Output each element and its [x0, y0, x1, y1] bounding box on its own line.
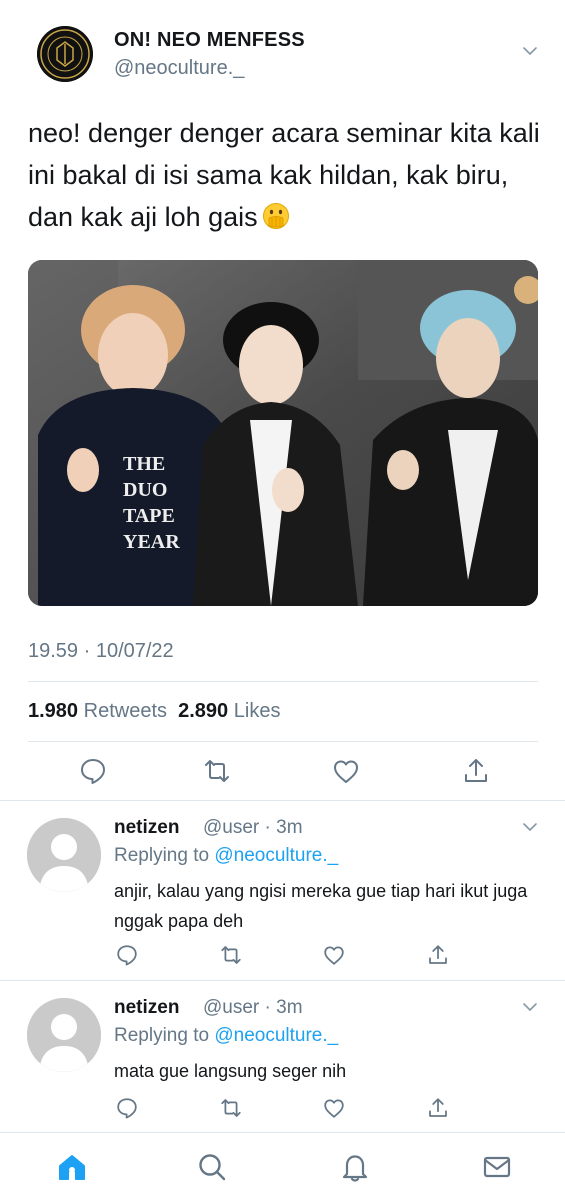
reply-author-name[interactable]: netizen — [114, 817, 179, 839]
like-icon — [334, 760, 358, 783]
retweet-icon — [221, 1099, 241, 1117]
replying-to-mention[interactable]: @neoculture._ — [214, 1025, 338, 1046]
photo-image: THE DUO TAPE YEAR — [28, 260, 538, 606]
replying-to: Replying to @neoculture._ — [114, 845, 338, 867]
replying-to: Replying to @neoculture._ — [114, 1025, 338, 1047]
svg-text:DUO: DUO — [123, 479, 167, 501]
reply-button[interactable] — [78, 756, 108, 786]
like-button[interactable] — [322, 1096, 346, 1120]
user-handle[interactable]: @neoculture._ — [114, 57, 244, 80]
tweet-header: ON! NEO MENFESS @neoculture._ — [28, 20, 543, 90]
nav-search[interactable] — [196, 1151, 228, 1183]
avatar[interactable] — [27, 818, 101, 892]
replying-to-label: Replying to — [114, 1025, 210, 1046]
nav-messages[interactable] — [481, 1151, 513, 1183]
reply-icon — [117, 945, 137, 966]
retweet-button[interactable] — [202, 756, 232, 786]
svg-text:YEAR: YEAR — [123, 531, 180, 553]
reply-author-name[interactable]: netizen — [114, 997, 179, 1019]
like-button[interactable] — [322, 943, 346, 967]
like-icon — [324, 1099, 344, 1118]
divider — [28, 681, 538, 682]
reply-tweet[interactable]: netizen @user · 3m Replying to @neocultu… — [0, 800, 565, 980]
retweet-button[interactable] — [219, 1096, 243, 1120]
retweet-icon — [205, 760, 229, 782]
likes-label[interactable]: Likes — [234, 700, 281, 722]
nav-home[interactable] — [56, 1151, 88, 1183]
home-icon — [59, 1155, 85, 1180]
reply-tweet[interactable]: netizen @user · 3m Replying to @neocultu… — [0, 980, 565, 1132]
retweets-count[interactable]: 1.980 — [28, 700, 78, 722]
face-with-hand-over-mouth-icon — [262, 203, 289, 229]
share-button[interactable] — [426, 1096, 450, 1120]
reply-icon — [117, 1098, 137, 1119]
display-name[interactable]: ON! NEO MENFESS — [114, 29, 305, 52]
messages-icon — [483, 1156, 511, 1178]
nav-notifications[interactable] — [339, 1151, 371, 1183]
tweet-media[interactable]: THE DUO TAPE YEAR — [28, 260, 538, 606]
divider — [28, 741, 538, 742]
reply-meta: @user · 3m — [203, 817, 303, 838]
share-button[interactable] — [426, 943, 450, 967]
replying-to-mention[interactable]: @neoculture._ — [214, 845, 338, 866]
like-icon — [324, 946, 344, 965]
search-icon — [199, 1154, 226, 1181]
svg-text:TAPE: TAPE — [123, 505, 175, 527]
notifications-icon — [342, 1155, 368, 1182]
reply-text: mata gue langsung seger nih — [114, 1061, 347, 1081]
chevron-down-icon[interactable] — [521, 818, 539, 836]
tweet-text: neo! denger denger acara seminar kita ka… — [28, 112, 543, 238]
like-button[interactable] — [331, 756, 361, 786]
retweet-icon — [221, 946, 241, 964]
default-avatar-icon — [27, 998, 101, 1072]
default-avatar-icon — [27, 818, 101, 892]
reply-button[interactable] — [115, 943, 139, 967]
share-icon — [465, 759, 487, 782]
share-icon — [429, 945, 447, 964]
chevron-down-icon[interactable] — [521, 998, 539, 1016]
share-icon — [429, 1098, 447, 1117]
chevron-down-icon[interactable] — [521, 42, 539, 60]
avatar[interactable] — [27, 998, 101, 1072]
svg-text:THE: THE — [123, 453, 165, 475]
tweet-stats: 1.980 Retweets 2.890 Likes — [28, 700, 280, 723]
reply-meta: @user · 3m — [203, 997, 303, 1018]
reply-button[interactable] — [115, 1096, 139, 1120]
replying-to-label: Replying to — [114, 845, 210, 866]
avatar[interactable] — [37, 26, 93, 82]
bottom-nav — [0, 1132, 565, 1200]
logo-icon — [37, 26, 93, 82]
likes-count[interactable]: 2.890 — [178, 700, 228, 722]
tweet-timestamp: 19.59 · 10/07/22 — [28, 640, 174, 662]
share-button[interactable] — [461, 756, 491, 786]
reply-icon — [81, 759, 105, 784]
retweet-button[interactable] — [219, 943, 243, 967]
retweets-label[interactable]: Retweets — [84, 700, 167, 722]
reply-text: anjir, kalau yang ngisi mereka gue tiap … — [114, 881, 528, 931]
